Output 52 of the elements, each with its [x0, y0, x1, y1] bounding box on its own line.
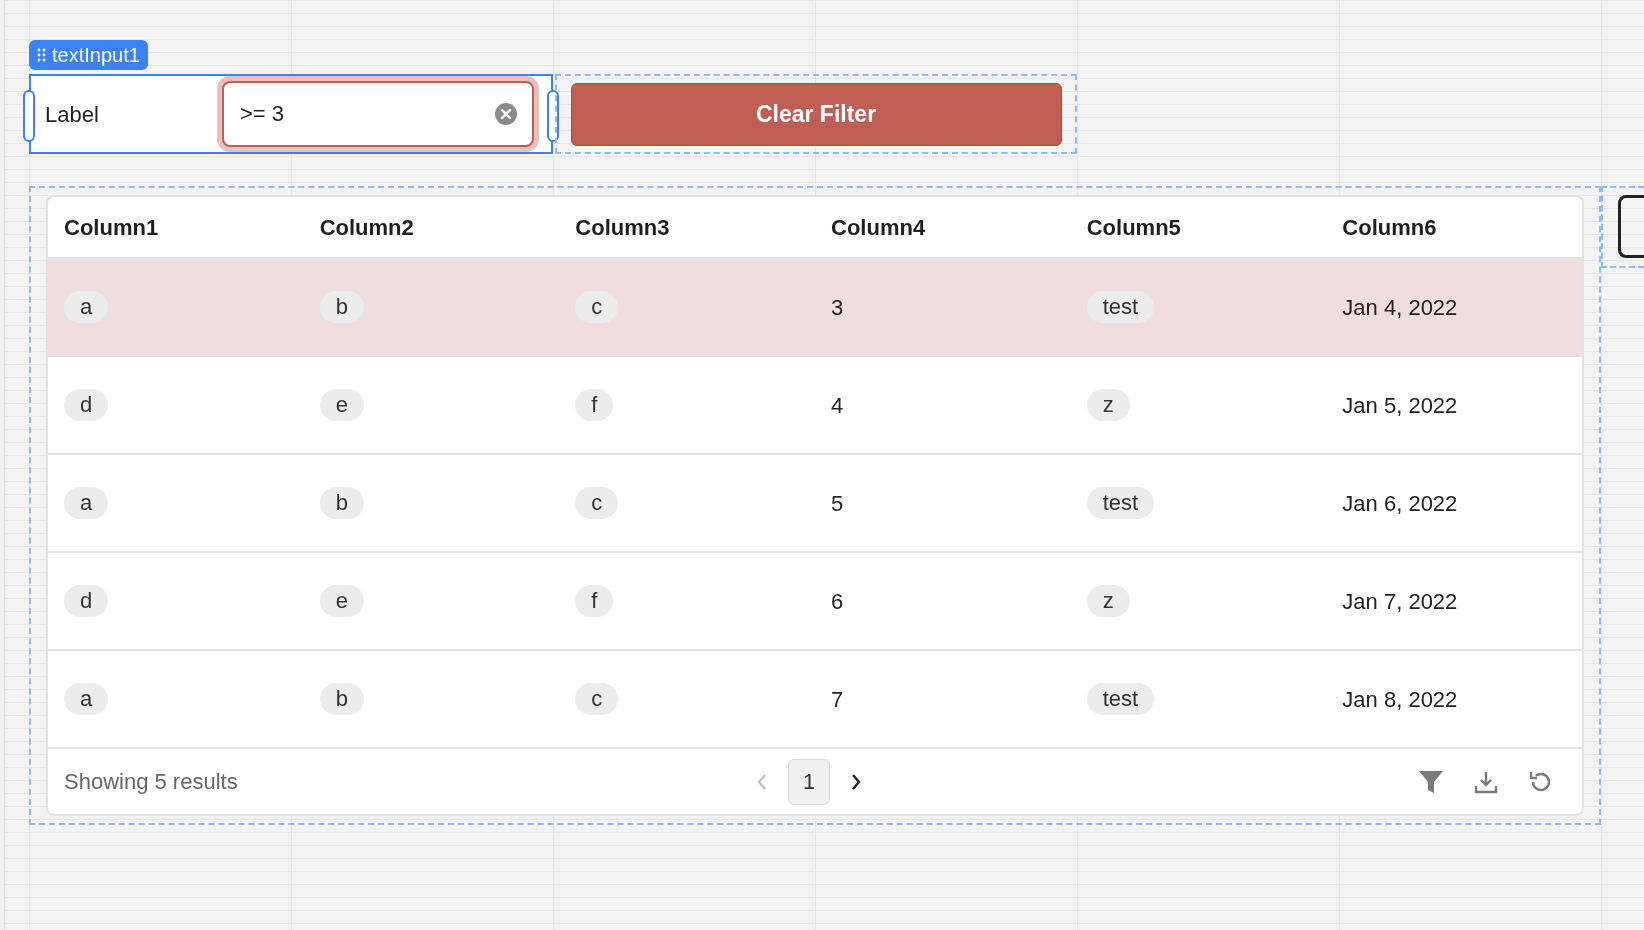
tag: e	[319, 389, 364, 421]
tag: f	[575, 585, 614, 617]
filter-icon[interactable]	[1418, 768, 1444, 795]
table-cell-text: 3	[831, 293, 844, 322]
tag: b	[319, 683, 364, 715]
table-cell-text: Jan 6, 2022	[1342, 489, 1458, 518]
download-icon[interactable]	[1474, 769, 1498, 794]
column-header[interactable]: Column2	[303, 210, 560, 244]
tag: a	[64, 683, 109, 715]
tag: d	[64, 585, 109, 617]
resize-handle[interactable]	[23, 90, 35, 142]
resize-handle[interactable]	[547, 90, 559, 142]
page-number[interactable]: 1	[788, 758, 830, 805]
table-cell-text: 5	[831, 489, 844, 518]
column-header[interactable]: Column3	[559, 210, 815, 244]
table-row[interactable]: a b c 3 test Jan 4, 2022	[48, 259, 1582, 357]
tag: d	[64, 389, 109, 421]
reset-icon[interactable]	[1528, 769, 1552, 794]
field-label: Label	[45, 100, 100, 129]
tag: c	[575, 291, 619, 323]
tag: a	[64, 487, 109, 519]
tag: b	[319, 487, 364, 519]
tag: z	[1086, 389, 1130, 421]
tag: z	[1086, 585, 1130, 617]
column-header[interactable]: Column6	[1326, 210, 1582, 244]
tag: a	[64, 291, 109, 323]
tag: test	[1086, 291, 1155, 323]
results-summary: Showing 5 results	[64, 768, 238, 796]
widget-outline	[1618, 195, 1644, 258]
table-cell-text: 6	[831, 587, 844, 616]
tag: c	[575, 683, 619, 715]
tag: c	[575, 487, 619, 519]
table-cell-text: 4	[831, 391, 844, 420]
tag: test	[1086, 683, 1155, 715]
table-cell-text: Jan 4, 2022	[1342, 293, 1458, 322]
tag: b	[319, 291, 364, 323]
tag: e	[319, 585, 364, 617]
table-cell-text: Jan 7, 2022	[1342, 587, 1458, 616]
table-cell-text: 7	[831, 685, 844, 714]
tag: f	[575, 389, 614, 421]
tag: test	[1086, 487, 1155, 519]
clear-icon[interactable]	[494, 102, 518, 126]
clear-filter-button[interactable]: Clear Filter	[570, 82, 1062, 146]
next-page-icon[interactable]	[850, 772, 862, 791]
table-cell-text: Jan 8, 2022	[1342, 685, 1458, 714]
column-header[interactable]: Column4	[815, 210, 1071, 244]
filter-input-field[interactable]: >= 3	[222, 81, 534, 147]
component-label[interactable]: textInput1	[29, 40, 148, 70]
column-header[interactable]: Column1	[48, 210, 304, 244]
drag-handle-icon	[37, 48, 46, 62]
column-header[interactable]: Column5	[1070, 210, 1327, 244]
table-cell-text: Jan 5, 2022	[1342, 391, 1458, 420]
